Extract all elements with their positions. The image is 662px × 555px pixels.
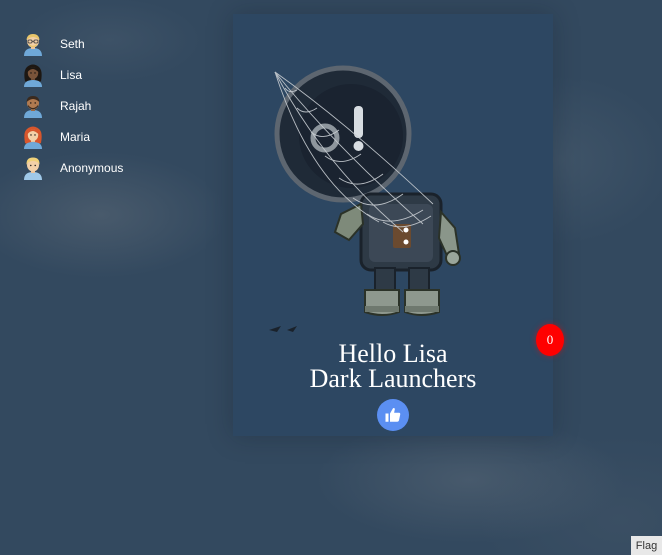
user-list: Seth Lisa Rajah Maria Anonymous [22, 28, 123, 183]
user-item-rajah[interactable]: Rajah [22, 90, 123, 121]
man-brown-avatar [24, 95, 42, 118]
user-name: Maria [60, 129, 91, 144]
like-button[interactable] [377, 399, 409, 431]
greeting-card: Hello Lisa Dark Launchers [233, 14, 553, 436]
man-blond-glasses-avatar [24, 33, 42, 56]
user-item-lisa[interactable]: Lisa [22, 59, 123, 90]
woman-red-hair-avatar [24, 126, 42, 149]
user-name: Anonymous [60, 160, 124, 175]
user-item-maria[interactable]: Maria [22, 121, 123, 152]
woman-dark-avatar [24, 64, 42, 87]
flag-button[interactable]: Flag [631, 536, 662, 555]
user-name: Seth [60, 36, 85, 51]
user-item-seth[interactable]: Seth [22, 28, 123, 59]
user-name: Lisa [60, 67, 83, 82]
thumbs-up-icon [385, 408, 401, 422]
user-item-anonymous[interactable]: Anonymous [22, 152, 123, 183]
person-blond-avatar [24, 157, 42, 180]
greeting-subtitle: Dark Launchers [309, 364, 477, 393]
astronaut-cobweb-illustration [269, 65, 461, 332]
user-name: Rajah [60, 98, 92, 113]
count-badge: 0 [536, 324, 564, 356]
